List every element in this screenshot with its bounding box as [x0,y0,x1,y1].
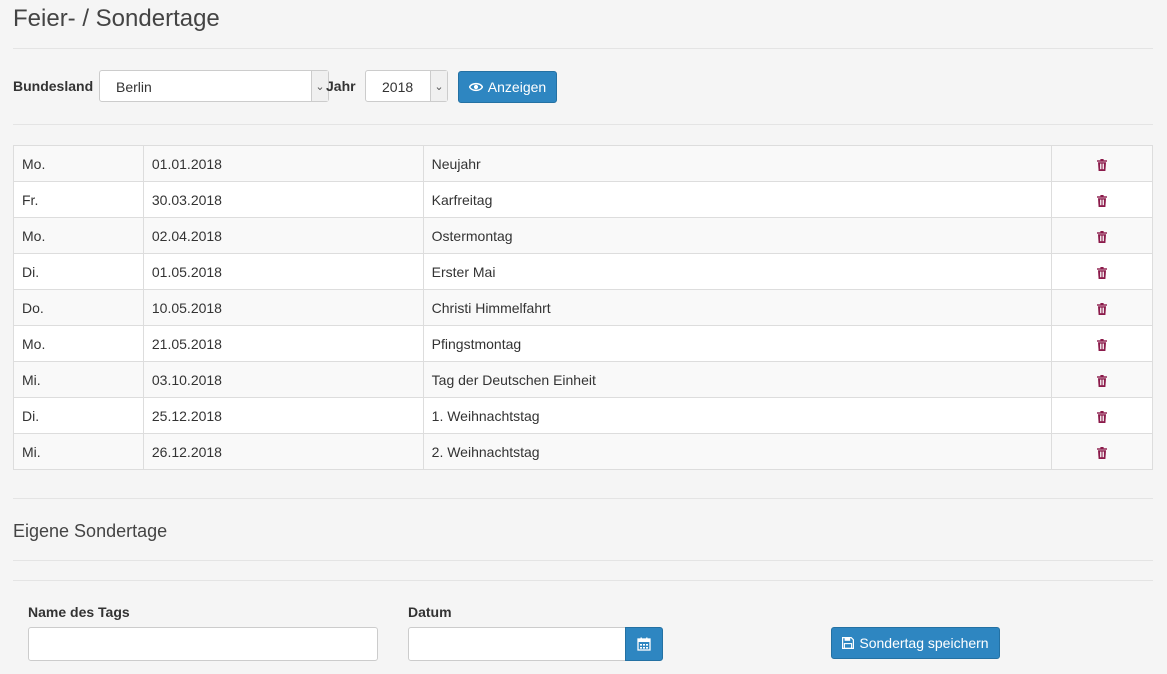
holiday-table: Mo. 01.01.2018 Neujahr Fr. 30.03.2018 Karfrei… [13,145,1153,470]
floppy-disk-icon [842,637,855,649]
trash-icon[interactable] [1097,410,1108,423]
state-label: Bundesland [13,78,94,94]
date-cell: 03.10.2018 [142,361,424,398]
custom-days-heading: Eigene Sondertage [13,521,168,541]
date-cell: 10.05.2018 [142,289,424,326]
table-row: Di. 25.12.2018 1. Weihnachtstag [13,397,1153,434]
date-cell: 21.05.2018 [142,325,424,362]
date-cell: 01.01.2018 [142,145,424,182]
trash-icon[interactable] [1097,266,1108,279]
holiday-name-cell: Ostermontag [422,217,1053,254]
trash-icon[interactable] [1097,158,1108,171]
weekday-cell: Mo. [13,217,144,254]
holiday-name-cell: Christi Himmelfahrt [422,289,1053,326]
page-title: Feier- / Sondertage [13,5,220,32]
weekday-cell: Di. [13,397,144,434]
holiday-name-cell: 1. Weihnachtstag [422,397,1053,434]
trash-icon[interactable] [1097,446,1108,459]
year-label: Jahr [326,78,356,94]
date-cell: 26.12.2018 [142,433,424,470]
weekday-cell: Fr. [13,181,144,218]
holiday-name-cell: Karfreitag [422,181,1053,218]
trash-icon[interactable] [1097,374,1108,387]
calendar-button[interactable] [625,627,663,661]
divider [13,560,1153,561]
delete-cell [1051,289,1153,326]
day-name-label: Name des Tags [28,604,130,620]
divider [13,580,1153,581]
delete-cell [1051,217,1153,254]
delete-cell [1051,181,1153,218]
weekday-cell: Mi. [13,433,144,470]
weekday-cell: Do. [13,289,144,326]
holiday-name-cell: 2. Weihnachtstag [422,433,1053,470]
divider [13,124,1153,125]
divider [13,498,1153,499]
day-name-input[interactable] [28,627,378,661]
show-button-label: Anzeigen [487,79,547,95]
table-row: Mo. 02.04.2018 Ostermontag [13,217,1153,254]
weekday-cell: Di. [13,253,144,290]
state-select-value: Berlin [116,79,152,95]
date-cell: 25.12.2018 [142,397,424,434]
trash-icon[interactable] [1097,302,1108,315]
delete-cell [1051,397,1153,434]
trash-icon[interactable] [1097,338,1108,351]
table-row: Do. 10.05.2018 Christi Himmelfahrt [13,289,1153,326]
eye-icon [468,82,483,92]
calendar-icon [637,637,651,651]
holiday-name-cell: Pfingstmontag [422,325,1053,362]
trash-icon[interactable] [1097,194,1108,207]
delete-cell [1051,361,1153,398]
holiday-table-body: Mo. 01.01.2018 Neujahr Fr. 30.03.2018 Karfrei… [13,145,1153,470]
table-row: Mo. 01.01.2018 Neujahr [13,145,1153,182]
state-select[interactable]: Berlin ⌄ [99,70,329,102]
divider [13,48,1153,49]
delete-cell [1051,253,1153,290]
weekday-cell: Mo. [13,145,144,182]
delete-cell [1051,325,1153,362]
delete-cell [1051,145,1153,182]
holiday-name-cell: Neujahr [422,145,1053,182]
delete-cell [1051,433,1153,470]
date-input[interactable] [408,627,626,661]
date-cell: 01.05.2018 [142,253,424,290]
date-label: Datum [408,604,452,620]
filter-bar: Bundesland Berlin ⌄ Jahr 2018 ⌄ Anzeigen [13,70,1153,104]
table-row: Mi. 03.10.2018 Tag der Deutschen Einheit [13,361,1153,398]
trash-icon[interactable] [1097,230,1108,243]
date-cell: 30.03.2018 [142,181,424,218]
weekday-cell: Mi. [13,361,144,398]
show-button[interactable]: Anzeigen [458,71,557,103]
save-custom-day-button[interactable]: Sondertag speichern [831,627,1000,659]
weekday-cell: Mo. [13,325,144,362]
date-cell: 02.04.2018 [142,217,424,254]
year-select-value: 2018 [382,79,414,95]
save-custom-day-label: Sondertag speichern [859,635,989,651]
chevron-down-icon: ⌄ [430,71,447,101]
table-row: Di. 01.05.2018 Erster Mai [13,253,1153,290]
year-select[interactable]: 2018 ⌄ [365,70,448,102]
table-row: Mo. 21.05.2018 Pfingstmontag [13,325,1153,362]
table-row: Mi. 26.12.2018 2. Weihnachtstag [13,433,1153,470]
holiday-name-cell: Tag der Deutschen Einheit [422,361,1053,398]
table-row: Fr. 30.03.2018 Karfreitag [13,181,1153,218]
holiday-name-cell: Erster Mai [422,253,1053,290]
